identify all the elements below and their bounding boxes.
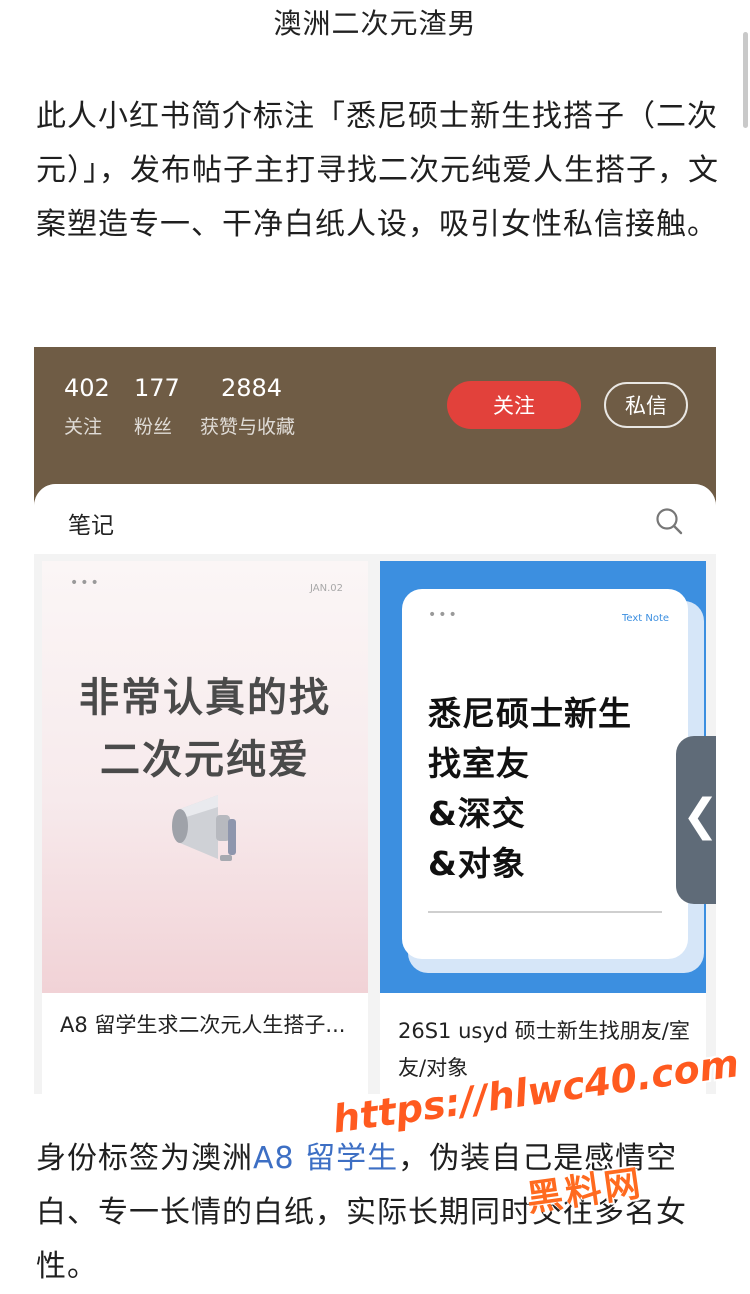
more-dots-icon: ••• [428, 607, 459, 623]
text-note-label: Text Note [622, 613, 670, 624]
stat-label: 粉丝 [134, 416, 173, 438]
note-title: 26S1 usyd 硕士新生找朋友/室友/对象 [398, 1019, 690, 1080]
cover-date: JAN.02 [310, 583, 343, 594]
stat-label: 关注 [64, 416, 103, 438]
megaphone-icon [172, 795, 236, 861]
intro-paragraph: 此人小红书简介标注「悉尼硕士新生找搭子（二次元）」，发布帖子主打寻找二次元纯爱人… [36, 99, 719, 242]
divider [428, 911, 662, 913]
cover-text: 悉尼硕士新生 找室友 &深交 &对象 [428, 689, 632, 889]
note-cover: ••• Text Note 悉尼硕士新生 找室友 &深交 &对象 [380, 561, 706, 993]
cover-headline: 二次元纯爱 [100, 737, 310, 783]
follow-button[interactable]: 关注 [447, 381, 581, 429]
stat-following[interactable]: 402 关注 [64, 373, 110, 439]
tab-notes[interactable]: 笔记 [68, 506, 114, 540]
chevron-left-icon: ❮ [682, 790, 716, 841]
more-dots-icon: ••• [70, 575, 101, 591]
notes-panel: 笔记 ••• JAN.02 非常认真的找 二次元纯爱 A8 留学生求二次元人生搭… [34, 484, 716, 1094]
stat-value: 402 [64, 374, 110, 402]
stat-likes-collects[interactable]: 2884 获赞与收藏 [200, 373, 295, 439]
scrollbar-thumb[interactable] [743, 32, 748, 128]
profile-screenshot: 402 关注 177 粉丝 2884 获赞与收藏 关注 私信 笔记 ••• JA… [34, 347, 716, 1094]
text-note-card: ••• Text Note 悉尼硕士新生 找室友 &深交 &对象 [402, 589, 688, 959]
stat-label: 获赞与收藏 [200, 416, 296, 438]
search-icon[interactable] [654, 506, 684, 536]
body-paragraph: 身份标签为澳洲A8 留学生，伪装自己是感情空白、专一长情的白纸，实际长期同时交往… [36, 1132, 720, 1294]
cover-line: &对象 [428, 844, 526, 883]
note-card[interactable]: ••• JAN.02 非常认真的找 二次元纯爱 A8 留学生求二次元人生搭子..… [42, 561, 368, 1094]
identity-tag-link[interactable]: A8 留学生 [253, 1141, 398, 1176]
stat-value: 2884 [221, 374, 283, 402]
cover-line: &深交 [428, 794, 526, 833]
cover-line: 找室友 [428, 744, 530, 783]
note-title: A8 留学生求二次元人生搭子... [60, 1013, 346, 1037]
note-cover: ••• JAN.02 非常认真的找 二次元纯爱 [42, 561, 368, 993]
page-title: 澳洲二次元渣男 [273, 7, 477, 40]
body-text: 身份标签为澳洲 [36, 1141, 253, 1176]
notes-header: 笔记 [34, 484, 716, 554]
stat-value: 177 [134, 374, 180, 402]
message-button[interactable]: 私信 [604, 382, 688, 428]
cover-line: 悉尼硕士新生 [428, 694, 632, 733]
note-card[interactable]: ••• Text Note 悉尼硕士新生 找室友 &深交 &对象 26S1 us… [380, 561, 706, 1094]
stat-followers[interactable]: 177 粉丝 [134, 373, 180, 439]
cover-headline: 非常认真的找 [79, 675, 331, 721]
side-drawer-handle[interactable]: ❮ [676, 736, 716, 904]
